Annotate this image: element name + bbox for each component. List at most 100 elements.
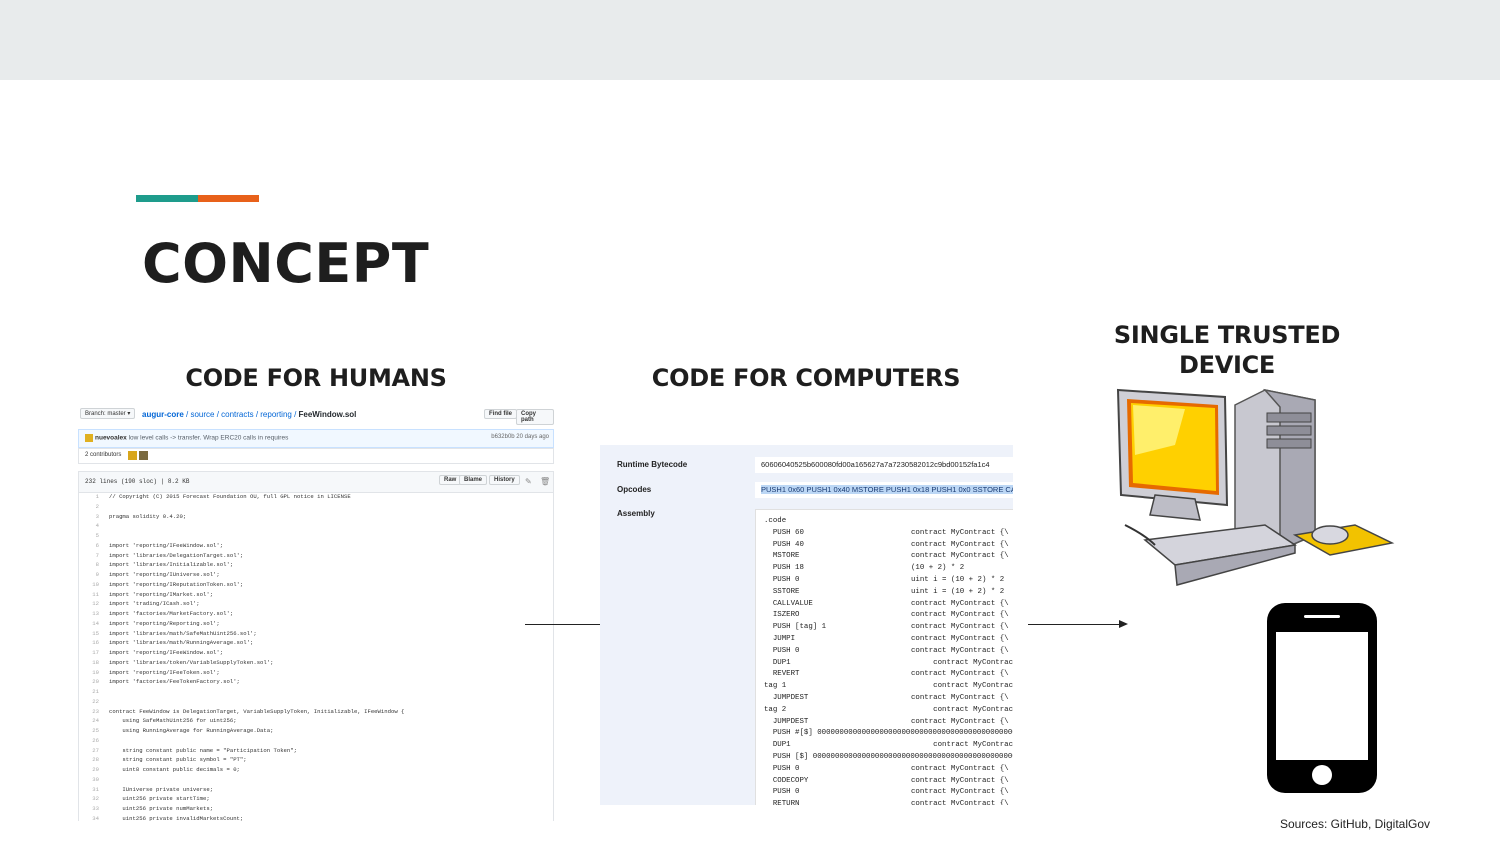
- line-number[interactable]: 18: [79, 658, 99, 668]
- line-number[interactable]: 20: [79, 677, 99, 687]
- line-text: string constant public name = "Participa…: [109, 746, 297, 754]
- source-reference: contract MyContract {\: [911, 611, 1009, 620]
- accent-bar-orange: [198, 195, 259, 202]
- code-line: 22: [79, 697, 553, 707]
- code-line: 18 import 'libraries/token/VariableSupply…: [79, 658, 553, 668]
- line-number[interactable]: 17: [79, 648, 99, 658]
- line-number[interactable]: 32: [79, 794, 99, 804]
- code-line: 3 pragma solidity 0.4.20;: [79, 512, 553, 522]
- line-text: import 'reporting/IFeeToken.sol';: [109, 668, 220, 676]
- line-number[interactable]: 6: [79, 541, 99, 551]
- branch-selector[interactable]: Branch: master ▾: [80, 408, 136, 419]
- commit-time: b632b0b 20 days ago: [491, 434, 549, 440]
- line-number[interactable]: 13: [79, 609, 99, 619]
- line-number[interactable]: 19: [79, 668, 99, 678]
- find-file-button[interactable]: Find file: [484, 409, 517, 419]
- line-number[interactable]: 9: [79, 570, 99, 580]
- opcode: CODECOPY: [764, 776, 809, 785]
- line-number[interactable]: 25: [79, 726, 99, 736]
- code-line: 25 using RunningAverage for RunningAvera…: [79, 726, 553, 736]
- source-reference: contract MyContract {\: [911, 528, 1009, 537]
- line-number[interactable]: 22: [79, 697, 99, 707]
- opcode: MSTORE: [764, 552, 800, 561]
- line-number[interactable]: 33: [79, 804, 99, 814]
- top-band: [0, 0, 1500, 80]
- line-text: import 'libraries/math/SafeMathUint256.s…: [109, 629, 257, 637]
- line-number[interactable]: 15: [79, 629, 99, 639]
- opcode: DUP1: [764, 658, 791, 667]
- line-number[interactable]: 1: [79, 492, 99, 502]
- code-line: 23 contract FeeWindow is DelegationTarget…: [79, 707, 553, 717]
- blame-button[interactable]: Blame: [459, 475, 488, 485]
- line-number[interactable]: 23: [79, 707, 99, 717]
- repo-link[interactable]: augur-core: [142, 410, 184, 419]
- pencil-icon[interactable]: ✎: [525, 477, 532, 486]
- avatar: [85, 434, 93, 442]
- opcode: PUSH 40: [764, 540, 804, 549]
- assembly-line: PUSH [tag] 1 contract MyContract {\: [756, 622, 1013, 634]
- raw-button[interactable]: Raw: [439, 475, 462, 485]
- code-line: 30: [79, 775, 553, 785]
- source-reference: contract MyContract {\: [911, 623, 1009, 632]
- line-number[interactable]: 7: [79, 551, 99, 561]
- line-number[interactable]: 24: [79, 716, 99, 726]
- path-links[interactable]: / source / contracts / reporting /: [184, 410, 299, 419]
- commit-author[interactable]: nuevoalex: [95, 435, 127, 442]
- code-line: 28 string constant public symbol = "PT";: [79, 755, 553, 765]
- file-info: 232 lines (190 sloc) | 8.2 KB: [85, 478, 190, 485]
- code-line: 5: [79, 531, 553, 541]
- code-line: 7 import 'libraries/DelegationTarget.sol'…: [79, 551, 553, 561]
- line-number[interactable]: 2: [79, 502, 99, 512]
- line-number[interactable]: 4: [79, 521, 99, 531]
- contributors-count[interactable]: 2 contributors: [85, 452, 121, 458]
- history-button[interactable]: History: [489, 475, 520, 485]
- source-reference: contract MyContract {\: [911, 670, 1009, 679]
- commit-message[interactable]: low level calls -> transfer. Wrap ERC20 …: [127, 435, 289, 442]
- line-number[interactable]: 3: [79, 512, 99, 522]
- github-code-view: Branch: master ▾ augur-core / source / c…: [78, 405, 554, 821]
- line-number[interactable]: 8: [79, 560, 99, 570]
- opcode: JUMPDEST: [764, 693, 809, 702]
- opcode: PUSH 0: [764, 788, 800, 797]
- opcode: REVERT: [764, 670, 800, 679]
- source-reference: contract MyContract {\: [911, 788, 1009, 797]
- opcode: PUSH #[$] 000000000000000000000000000000…: [764, 729, 1013, 738]
- line-number[interactable]: 26: [79, 736, 99, 746]
- line-number[interactable]: 14: [79, 619, 99, 629]
- line-text: import 'libraries/math/RunningAverage.so…: [109, 639, 254, 647]
- compiler-output-panel: Runtime Bytecode 60606040525b600080fd00a…: [600, 445, 1013, 805]
- breadcrumb: augur-core / source / contracts / report…: [142, 410, 356, 419]
- code-line: 29 uint8 constant public decimals = 0;: [79, 765, 553, 775]
- opcode: PUSH 0: [764, 646, 800, 655]
- assembly-listing: .code PUSH 60 contract MyContract {\ PUSH…: [755, 509, 1013, 805]
- code-line: 34 uint256 private invalidMarketsCount;: [79, 814, 553, 821]
- line-number[interactable]: 12: [79, 599, 99, 609]
- line-number[interactable]: 10: [79, 580, 99, 590]
- line-text: uint256 private invalidMarketsCount;: [109, 814, 244, 821]
- assembly-line: PUSH 40 contract MyContract {\: [756, 540, 1013, 552]
- line-number[interactable]: 28: [79, 755, 99, 765]
- line-number[interactable]: 16: [79, 638, 99, 648]
- line-text: string constant public symbol = "PT";: [109, 756, 247, 764]
- avatar: [128, 451, 137, 460]
- line-number[interactable]: 29: [79, 765, 99, 775]
- opcode: tag 2: [764, 705, 787, 714]
- copy-path-button[interactable]: Copy path: [516, 409, 554, 425]
- runtime-bytecode-label: Runtime Bytecode: [617, 460, 688, 469]
- line-number[interactable]: 11: [79, 590, 99, 600]
- line-number[interactable]: 34: [79, 814, 99, 821]
- line-number[interactable]: 27: [79, 746, 99, 756]
- latest-commit-bar: nuevoalex low level calls -> transfer. W…: [78, 429, 554, 448]
- line-number[interactable]: 21: [79, 687, 99, 697]
- line-number[interactable]: 30: [79, 775, 99, 785]
- line-text: uint256 private numMarkets;: [109, 805, 214, 812]
- assembly-line: MSTORE contract MyContract {\: [756, 551, 1013, 563]
- code-line: 4: [79, 521, 553, 531]
- trash-icon[interactable]: 🗑: [540, 477, 550, 486]
- line-number[interactable]: 5: [79, 531, 99, 541]
- code-line: 19 import 'reporting/IFeeToken.sol';: [79, 668, 553, 678]
- opcode: JUMPDEST: [764, 717, 809, 726]
- assembly-line: PUSH 0 contract MyContract {\: [756, 646, 1013, 658]
- line-number[interactable]: 31: [79, 785, 99, 795]
- code-line: 33 uint256 private numMarkets;: [79, 804, 553, 814]
